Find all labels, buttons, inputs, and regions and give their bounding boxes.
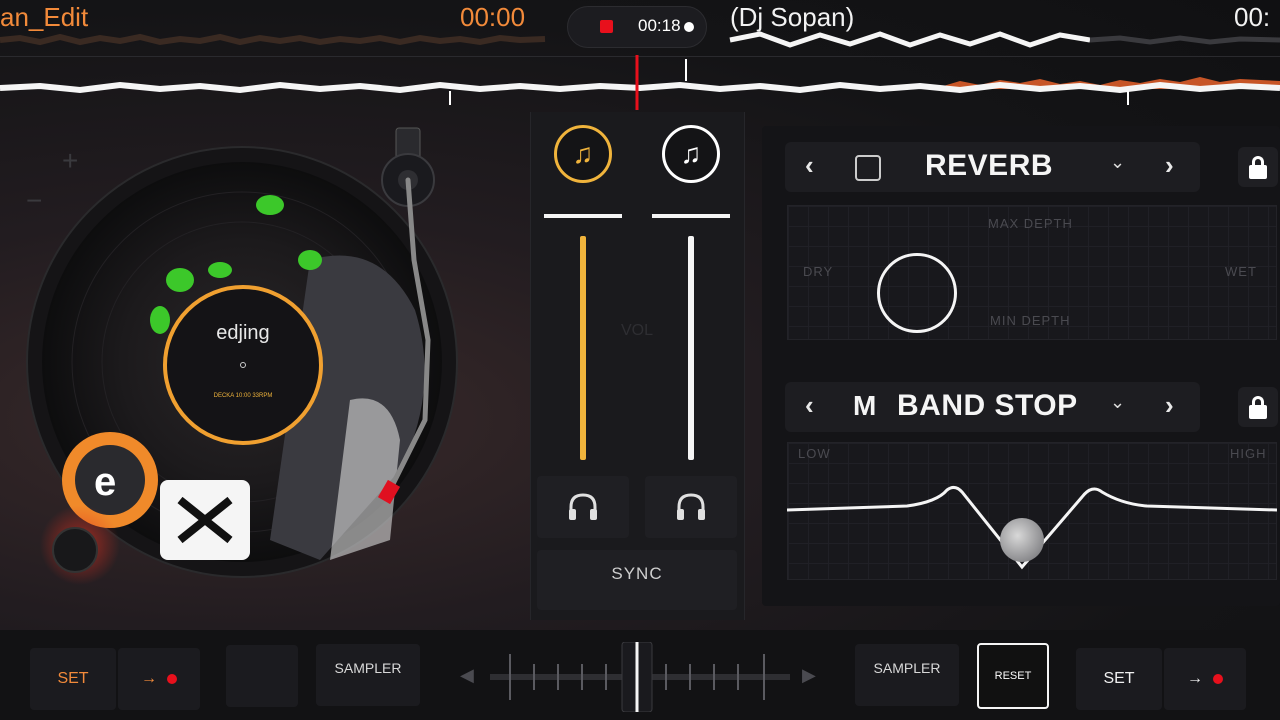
record-dot-icon	[1213, 674, 1223, 684]
right-sampler-button[interactable]: SAMPLER	[855, 644, 959, 706]
right-set-button[interactable]: SET	[1076, 648, 1162, 710]
dry-label: DRY	[803, 264, 834, 279]
crossfader[interactable]	[490, 642, 790, 712]
left-headphone-button[interactable]	[537, 476, 629, 538]
left-volume-fader[interactable]	[580, 236, 586, 460]
dj-app: an_Edit 00:00 00:18 (Dj Sopan) 00: + − e…	[0, 0, 1280, 720]
max-depth-label: MAX DEPTH	[988, 216, 1073, 231]
right-track-time: 00:	[1234, 2, 1271, 32]
right-music-button[interactable]: ♫	[662, 125, 720, 183]
music-note-icon: ♫	[572, 138, 594, 169]
left-fader-cap[interactable]	[544, 214, 622, 218]
right-track-title: (Dj Sopan)	[730, 2, 855, 32]
band-stop-icon: M	[853, 390, 877, 421]
right-sampler-label: SAMPLER	[873, 660, 941, 676]
right-fader-cap[interactable]	[652, 214, 730, 218]
svg-text:e: e	[94, 460, 116, 504]
reset-label: RESET	[994, 670, 1032, 682]
band-stop-handle[interactable]	[1000, 518, 1044, 562]
music-note-icon: ♫	[680, 138, 702, 169]
left-cue-arrow-button[interactable]: →	[118, 648, 200, 710]
main-waveform[interactable]	[0, 55, 1280, 110]
right-headphone-button[interactable]	[645, 476, 737, 538]
headphones-icon	[677, 493, 705, 520]
fx-top-name: REVERB	[925, 149, 1054, 182]
left-set-button[interactable]: SET	[30, 648, 116, 710]
fx-bottom-lock-button[interactable]	[1238, 387, 1278, 427]
reverb-icon	[855, 155, 881, 181]
left-sampler-button[interactable]: SAMPLER	[316, 644, 420, 706]
mini-waveforms[interactable]	[0, 30, 1280, 50]
left-empty-pad[interactable]	[226, 645, 298, 707]
left-sampler-label: SAMPLER	[334, 660, 402, 676]
right-cue-arrow-button[interactable]: →	[1164, 648, 1246, 710]
headphones-icon	[569, 493, 597, 520]
left-track-title: an_Edit	[0, 2, 89, 32]
fx-bottom-dropdown-icon[interactable]: ⌄	[1110, 392, 1125, 413]
fx-bottom-next-button[interactable]: ›	[1165, 390, 1174, 421]
left-music-button[interactable]: ♫	[554, 125, 612, 183]
sync-label: SYNC	[611, 564, 663, 583]
reverb-xy-handle[interactable]	[877, 253, 957, 333]
vol-label: VOL	[620, 322, 653, 339]
fx-top-lock-button[interactable]	[1238, 147, 1278, 187]
fx-bottom-name: BAND STOP	[897, 389, 1078, 422]
label-sub: DECKA 10:00 33RPM	[213, 393, 273, 399]
min-depth-label: MIN DEPTH	[990, 313, 1071, 328]
left-track-time: 00:00	[460, 2, 526, 32]
wet-label: WET	[1225, 264, 1257, 279]
reset-button[interactable]: RESET	[977, 643, 1049, 709]
record-dot-icon	[167, 674, 177, 684]
sync-button[interactable]: SYNC	[537, 550, 737, 610]
fx-top-dropdown-icon[interactable]: ⌄	[1110, 152, 1125, 173]
mixer-panel	[530, 112, 745, 620]
arrow-right-icon: →	[1187, 670, 1203, 687]
arrow-right-icon: →	[141, 670, 157, 687]
fx-bottom-prev-button[interactable]: ‹	[805, 390, 814, 421]
fx-top-prev-button[interactable]: ‹	[805, 150, 814, 181]
label-brand: edjing	[216, 322, 270, 344]
fx-top-next-button[interactable]: ›	[1165, 150, 1174, 181]
right-set-label: SET	[1103, 670, 1135, 687]
right-volume-fader[interactable]	[688, 236, 694, 460]
left-set-label: SET	[57, 670, 89, 687]
crossfader-left-arrow[interactable]: ◀	[460, 665, 474, 686]
tonearm[interactable]	[370, 120, 460, 510]
label-spindle	[240, 362, 246, 368]
crossfader-right-arrow[interactable]: ▶	[802, 665, 816, 686]
